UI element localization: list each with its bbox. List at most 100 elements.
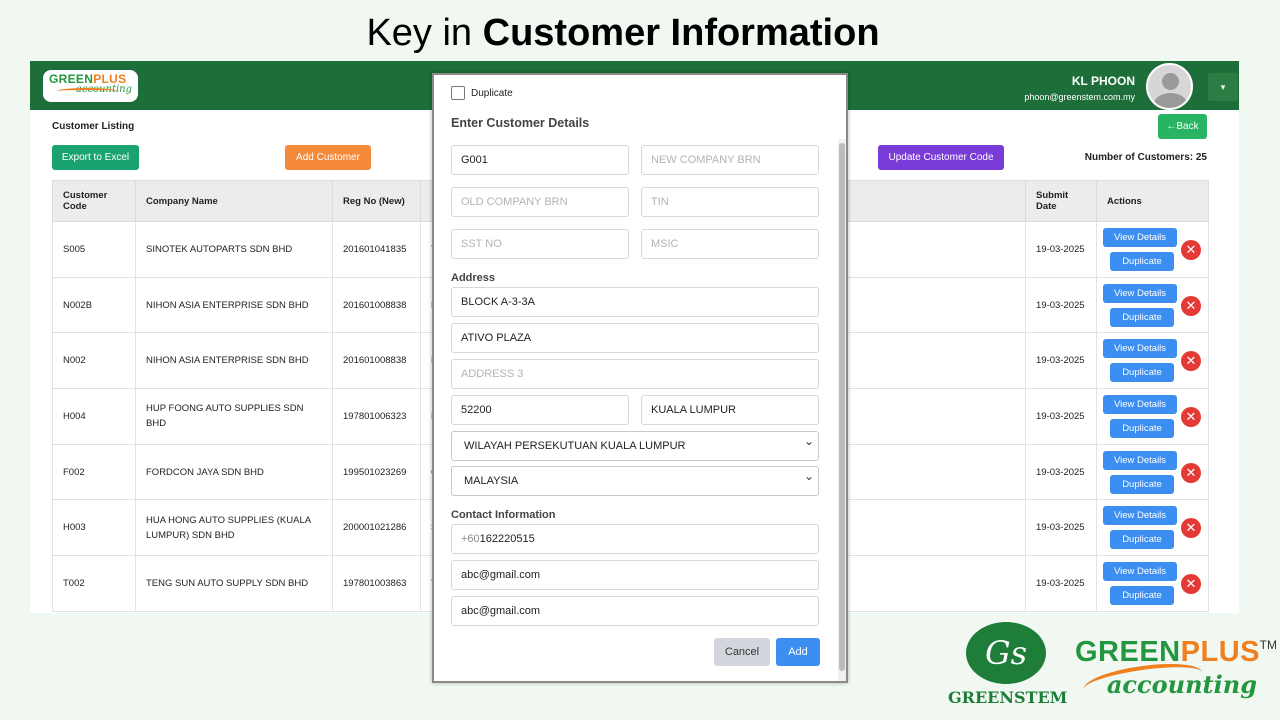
view-details-button[interactable]: View Details xyxy=(1103,561,1177,581)
address-label: Address xyxy=(451,272,496,284)
greenplus-logo[interactable]: GREENPLUS accounting xyxy=(43,70,138,102)
reg-no-cell: 197801003863 xyxy=(332,555,421,612)
add-button[interactable]: Add xyxy=(776,638,820,666)
address3-input[interactable]: ADDRESS 3 xyxy=(451,359,819,389)
msic-input[interactable]: MSIC xyxy=(641,229,819,259)
actions-cell: View Details Duplicate ✕ xyxy=(1096,332,1209,390)
view-details-button[interactable]: View Details xyxy=(1103,506,1177,526)
submit-date-cell: 19-03-2025 xyxy=(1025,388,1097,445)
actions-cell: View Details Duplicate ✕ xyxy=(1096,499,1209,557)
company-name-cell: NIHON ASIA ENTERPRISE SDN BHD xyxy=(135,332,333,390)
col-reg-no[interactable]: Reg No (New) xyxy=(332,180,421,222)
update-customer-code-button[interactable]: Update Customer Code xyxy=(878,145,1004,170)
delete-icon[interactable]: ✕ xyxy=(1181,462,1201,483)
phone-input[interactable]: +60162220515 xyxy=(451,524,819,554)
email2-input[interactable]: abc@gmail.com xyxy=(451,596,819,626)
submit-date-cell: 19-03-2025 xyxy=(1025,499,1097,557)
duplicate-button[interactable]: Duplicate xyxy=(1110,307,1174,327)
gp-sub-text: accounting xyxy=(1106,670,1257,699)
customer-code-cell: H003 xyxy=(52,499,136,557)
reg-no-cell: 199501023269 xyxy=(332,443,421,501)
view-details-button[interactable]: View Details xyxy=(1103,227,1177,247)
add-customer-button[interactable]: Add Customer xyxy=(285,145,371,170)
greenstem-name: GREENSTEM xyxy=(948,688,1068,707)
view-details-button[interactable]: View Details xyxy=(1103,394,1177,414)
page-title: Customer Listing xyxy=(52,121,135,132)
greenstem-mark: Gs xyxy=(966,622,1046,684)
company-name-cell: FORDCON JAYA SDN BHD xyxy=(135,443,333,501)
trademark: TM xyxy=(1259,638,1277,652)
greenstem-logo: Gs GREENSTEM xyxy=(948,622,1068,714)
export-excel-button[interactable]: Export to Excel xyxy=(52,145,139,170)
view-details-button[interactable]: View Details xyxy=(1103,450,1177,470)
tin-input[interactable]: TIN xyxy=(641,187,819,217)
submit-date-cell: 19-03-2025 xyxy=(1025,276,1097,334)
city-input[interactable]: KUALA LUMPUR xyxy=(641,395,819,425)
duplicate-button[interactable]: Duplicate xyxy=(1110,251,1174,271)
state-select[interactable]: WILAYAH PERSEKUTUAN KUALA LUMPUR xyxy=(451,427,819,461)
section-title: Enter Customer Details xyxy=(451,116,590,130)
user-menu-chevron-icon[interactable]: ▾ xyxy=(1208,73,1238,101)
address1-input[interactable]: BLOCK A-3-3A xyxy=(451,287,819,317)
old-brn-input[interactable]: OLD COMPANY BRN xyxy=(451,187,629,217)
checkbox-icon[interactable] xyxy=(451,86,465,100)
company-name-cell: NIHON ASIA ENTERPRISE SDN BHD xyxy=(135,276,333,334)
user-email: phoon@greenstem.com.my xyxy=(1024,92,1135,102)
delete-icon[interactable]: ✕ xyxy=(1181,518,1201,539)
duplicate-button[interactable]: Duplicate xyxy=(1110,363,1174,383)
company-name-cell: HUA HONG AUTO SUPPLIES (KUALA LUMPUR) SD… xyxy=(135,499,333,557)
submit-date-cell: 19-03-2025 xyxy=(1025,443,1097,501)
delete-icon[interactable]: ✕ xyxy=(1181,295,1201,316)
delete-icon[interactable]: ✕ xyxy=(1181,351,1201,372)
email1-input[interactable]: abc@gmail.com xyxy=(451,560,819,590)
postcode-input[interactable]: 52200 xyxy=(451,395,629,425)
modal-scrollbar[interactable] xyxy=(838,139,846,681)
duplicate-button[interactable]: Duplicate xyxy=(1110,474,1174,494)
customer-code-cell: H004 xyxy=(52,388,136,445)
submit-date-cell: 19-03-2025 xyxy=(1025,555,1097,612)
customer-code-cell: T002 xyxy=(52,555,136,612)
duplicate-checkbox[interactable]: Duplicate xyxy=(451,86,513,100)
country-select[interactable]: MALAYSIA xyxy=(451,462,819,496)
customer-code-cell: N002 xyxy=(52,332,136,390)
address2-input[interactable]: ATIVO PLAZA xyxy=(451,323,819,353)
col-actions: Actions xyxy=(1096,180,1209,222)
cancel-button[interactable]: Cancel xyxy=(714,638,770,666)
contact-label: Contact Information xyxy=(451,509,556,521)
reg-no-cell: 201601008838 xyxy=(332,332,421,390)
delete-icon[interactable]: ✕ xyxy=(1181,240,1201,260)
gp-orange-text: PLUS xyxy=(1180,636,1260,668)
back-button[interactable]: ←Back xyxy=(1158,114,1207,139)
actions-cell: View Details Duplicate ✕ xyxy=(1096,221,1209,278)
view-details-button[interactable]: View Details xyxy=(1103,283,1177,303)
submit-date-cell: 19-03-2025 xyxy=(1025,221,1097,278)
company-name-cell: SINOTEK AUTOPARTS SDN BHD xyxy=(135,221,333,278)
duplicate-button[interactable]: Duplicate xyxy=(1110,530,1174,550)
user-name: KL PHOON xyxy=(1071,74,1135,88)
reg-no-cell: 201601041835 xyxy=(332,221,421,278)
delete-icon[interactable]: ✕ xyxy=(1181,574,1201,595)
slide-title: Key in Customer Information xyxy=(366,12,880,54)
view-details-button[interactable]: View Details xyxy=(1103,339,1177,359)
scrollbar-thumb[interactable] xyxy=(839,143,845,671)
customer-count: Number of Customers: 25 xyxy=(1084,152,1207,163)
delete-icon[interactable]: ✕ xyxy=(1181,407,1201,428)
col-company-name[interactable]: Company Name xyxy=(135,180,333,222)
col-customer-code[interactable]: Customer Code xyxy=(52,180,136,222)
company-name-cell: HUP FOONG AUTO SUPPLIES SDN BHD xyxy=(135,388,333,445)
customer-code-cell: N002B xyxy=(52,276,136,334)
customer-code-input[interactable]: G001 xyxy=(451,145,629,175)
col-submit-date[interactable]: Submit Date xyxy=(1025,180,1097,222)
submit-date-cell: 19-03-2025 xyxy=(1025,332,1097,390)
actions-cell: View Details Duplicate ✕ xyxy=(1096,388,1209,445)
reg-no-cell: 201601008838 xyxy=(332,276,421,334)
actions-cell: View Details Duplicate ✕ xyxy=(1096,276,1209,334)
add-customer-modal: Duplicate Enter Customer Details G001 NE… xyxy=(432,73,848,683)
sst-input[interactable]: SST NO xyxy=(451,229,629,259)
avatar[interactable] xyxy=(1146,63,1193,110)
company-name-cell: TENG SUN AUTO SUPPLY SDN BHD xyxy=(135,555,333,612)
new-brn-input[interactable]: NEW COMPANY BRN xyxy=(641,145,819,175)
reg-no-cell: 200001021286 xyxy=(332,499,421,557)
duplicate-button[interactable]: Duplicate xyxy=(1110,418,1174,438)
duplicate-button[interactable]: Duplicate xyxy=(1110,585,1174,605)
